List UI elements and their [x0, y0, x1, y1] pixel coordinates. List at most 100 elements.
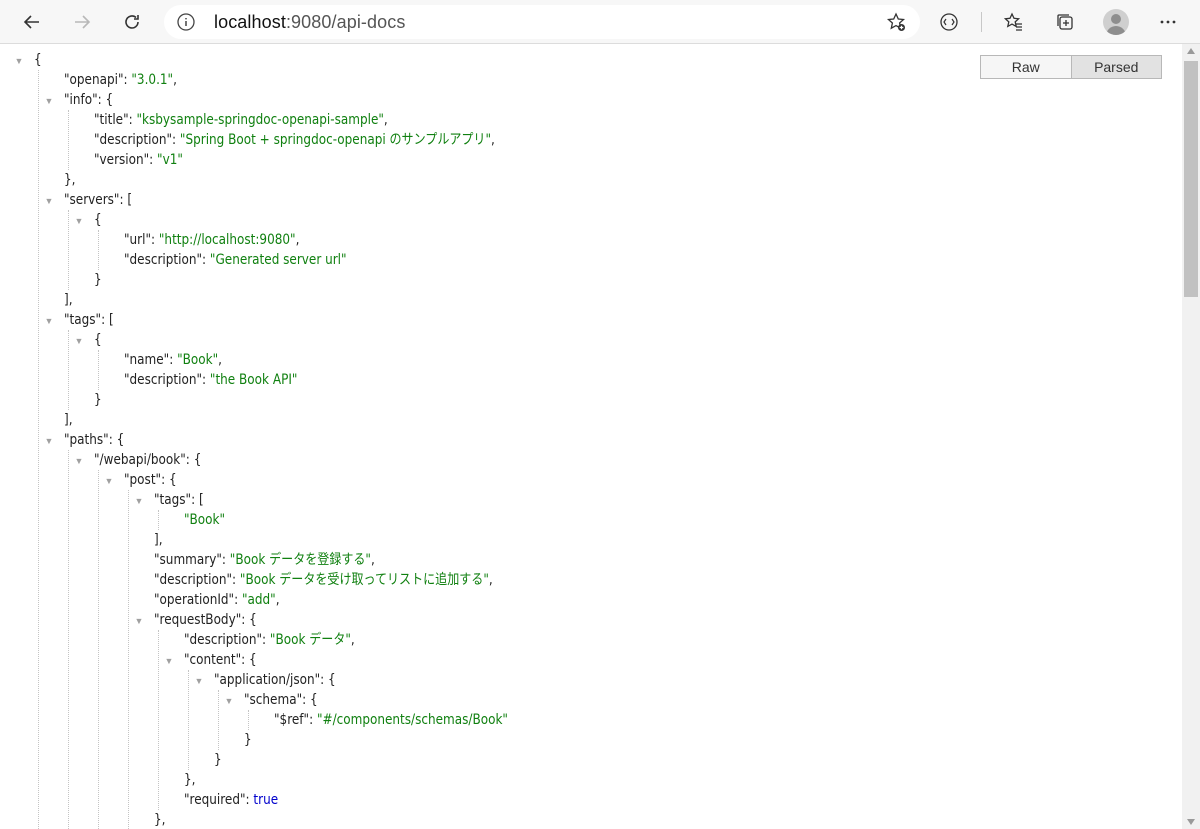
json-line: }: [244, 730, 252, 750]
scrollbar-thumb[interactable]: [1184, 61, 1198, 297]
indent-guide: [98, 350, 99, 390]
json-punctuation: :: [221, 552, 230, 568]
avatar-body: [1106, 26, 1126, 35]
refresh-icon[interactable]: [116, 6, 148, 38]
json-line: "info": {: [64, 90, 113, 110]
forward-arrow-icon[interactable]: [66, 6, 98, 38]
json-string: "Book": [184, 512, 226, 528]
json-string: "3.0.1": [131, 72, 174, 88]
json-punctuation: {: [34, 52, 42, 68]
json-line: "requestBody": {: [154, 610, 257, 630]
view-toggle: Raw Parsed: [980, 55, 1162, 79]
json-key: "description": [124, 252, 203, 268]
collapse-toggle-icon[interactable]: ▼: [164, 656, 174, 666]
indent-guide: [158, 510, 159, 530]
json-line: "schema": {: [244, 690, 318, 710]
reading-view-icon[interactable]: [933, 6, 965, 38]
collections-icon[interactable]: [1049, 6, 1081, 38]
collapse-toggle-icon[interactable]: ▼: [44, 196, 54, 206]
json-key: "description": [154, 572, 233, 588]
json-punctuation: },: [184, 772, 196, 788]
json-line: ],: [154, 530, 163, 550]
more-menu-icon[interactable]: [1152, 6, 1184, 38]
collapse-toggle-icon[interactable]: ▼: [224, 696, 234, 706]
avatar-head: [1111, 14, 1121, 24]
collapse-toggle-icon[interactable]: ▼: [104, 476, 114, 486]
json-punctuation: : {: [161, 472, 177, 488]
json-line: "/webapi/book": {: [94, 450, 201, 470]
collapse-toggle-icon[interactable]: ▼: [44, 436, 54, 446]
collapse-toggle-icon[interactable]: ▼: [44, 96, 54, 106]
json-punctuation: }: [214, 752, 222, 768]
json-key: "paths": [64, 432, 109, 448]
collapse-toggle-icon[interactable]: ▼: [44, 316, 54, 326]
json-key: "tags": [64, 312, 102, 328]
json-line: "Book": [184, 510, 225, 530]
collapse-toggle-icon[interactable]: ▼: [74, 336, 84, 346]
indent-guide: [98, 230, 99, 270]
json-punctuation: }: [94, 272, 102, 288]
json-string: "Spring Boot + springdoc-openapi のサンプルアプ…: [179, 132, 492, 148]
json-punctuation: ,: [295, 232, 300, 248]
json-punctuation: : {: [185, 452, 202, 468]
json-string: "Book": [177, 352, 219, 368]
indent-guide: [188, 670, 189, 770]
json-line: "servers": [: [64, 190, 132, 210]
json-line: "version": "v1": [94, 150, 183, 170]
json-punctuation: ,: [218, 352, 222, 368]
collapse-toggle-icon[interactable]: ▼: [194, 676, 204, 686]
collapse-toggle-icon[interactable]: ▼: [74, 456, 84, 466]
json-boolean: true: [253, 792, 279, 808]
json-line: "required": true: [184, 790, 278, 810]
address-url[interactable]: localhost:9080/api-docs: [214, 12, 405, 33]
json-line: "name": "Book",: [124, 350, 222, 370]
address-bar[interactable]: localhost:9080/api-docs: [164, 5, 920, 39]
json-key: "schema": [244, 692, 303, 708]
parsed-button[interactable]: Parsed: [1071, 56, 1161, 78]
json-key: "servers": [64, 192, 120, 208]
scroll-up-icon[interactable]: [1187, 48, 1195, 54]
json-line: "tags": [: [64, 310, 114, 330]
json-string: "Book データを受け取ってリストに追加する": [239, 572, 489, 588]
indent-guide: [218, 690, 219, 750]
json-string: "add": [241, 592, 276, 608]
scroll-down-icon[interactable]: [1187, 819, 1195, 825]
json-line: },: [64, 170, 75, 190]
vertical-scrollbar[interactable]: [1182, 44, 1200, 829]
add-favorite-icon[interactable]: [880, 6, 912, 38]
back-arrow-icon[interactable]: [16, 6, 48, 38]
json-key: "url": [124, 232, 152, 248]
json-line: "$ref": "#/components/schemas/Book": [274, 710, 508, 730]
profile-avatar-icon[interactable]: [1103, 9, 1129, 35]
json-key: "$ref": [274, 712, 310, 728]
json-punctuation: : [: [119, 192, 133, 208]
collapse-toggle-icon[interactable]: ▼: [74, 216, 84, 226]
info-icon[interactable]: [176, 12, 196, 32]
json-punctuation: {: [94, 332, 102, 348]
json-string: "ksbysample-springdoc-openapi-sample": [136, 112, 384, 128]
json-key: "/webapi/book": [94, 452, 186, 468]
json-viewer: Raw Parsed {▼ "openapi": "3.0.1", "info": …: [0, 44, 1182, 829]
json-key: "application/json": [214, 672, 321, 688]
collapse-toggle-icon[interactable]: ▼: [134, 616, 144, 626]
indent-guide: [68, 210, 69, 290]
json-line: {: [94, 330, 102, 350]
json-string: "Book データを登録する": [229, 552, 371, 568]
json-punctuation: }: [244, 732, 252, 748]
json-punctuation: : {: [108, 432, 125, 448]
json-line: "description": "Spring Boot + springdoc-…: [94, 130, 495, 150]
json-punctuation: :: [151, 232, 159, 248]
favorites-icon[interactable]: [998, 6, 1030, 38]
json-punctuation: :: [309, 712, 317, 728]
json-line: "description": "Book データ",: [184, 630, 355, 650]
json-punctuation: ,: [491, 132, 495, 148]
json-punctuation: :: [262, 632, 270, 648]
json-line: },: [184, 770, 195, 790]
collapse-toggle-icon[interactable]: ▼: [14, 56, 24, 66]
json-punctuation: },: [64, 172, 76, 188]
json-punctuation: : {: [320, 672, 336, 688]
raw-button[interactable]: Raw: [981, 56, 1072, 78]
collapse-toggle-icon[interactable]: ▼: [134, 496, 144, 506]
json-string: "http://localhost:9080": [158, 232, 296, 248]
json-line: "post": {: [124, 470, 177, 490]
